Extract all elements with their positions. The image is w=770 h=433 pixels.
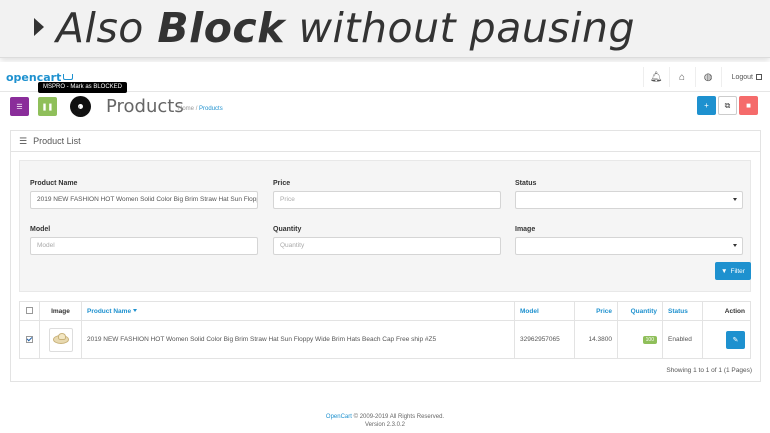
row-action-cell: ✎ [702, 320, 751, 359]
delete-button[interactable]: ■ [739, 96, 758, 115]
price-input[interactable]: Price [273, 191, 501, 209]
breadcrumb-separator: / [195, 106, 198, 112]
col-image: Image [39, 301, 82, 321]
row-price: 14.3800 [574, 320, 618, 359]
mspro-pause-button[interactable]: ❚❚ [38, 97, 57, 116]
mspro-list-button[interactable]: ☰ [10, 97, 29, 116]
col-action: Action [702, 301, 751, 321]
page-title: Products [106, 96, 184, 117]
status-select[interactable] [515, 191, 743, 209]
model-label: Model [30, 226, 51, 233]
filter-box: Product Name 2019 NEW FASHION HOT Women … [19, 160, 751, 292]
sign-out-icon [756, 74, 762, 80]
product-name-label: Product Name [30, 180, 78, 187]
chevron-down-icon [733, 198, 737, 201]
row-select-cell [19, 320, 40, 359]
breadcrumb: Home / Products [178, 106, 223, 112]
quantity-badge: 100 [642, 335, 657, 344]
tooltip: MSPRO - Mark as BLOCKED [38, 82, 128, 93]
row-quantity: 100 [617, 320, 663, 359]
chevron-down-icon [733, 244, 737, 247]
status-label: Status [515, 180, 537, 187]
col-price[interactable]: Price [574, 301, 618, 321]
pencil-icon: ✎ [732, 336, 739, 344]
add-new-button[interactable]: + [697, 96, 716, 115]
plus-icon: + [704, 101, 709, 110]
sort-desc-icon [133, 308, 138, 312]
globe-icon[interactable]: ◍ [694, 67, 721, 87]
list-icon: ☰ [16, 103, 23, 111]
pagination-info: Showing 1 to 1 of 1 (1 Pages) [666, 367, 752, 374]
select-all-cell [19, 301, 40, 321]
product-thumbnail [48, 327, 73, 352]
hat-image [52, 333, 69, 344]
copy-button[interactable]: ⧉ [718, 96, 737, 115]
hand-cursor-icon: ☝ [74, 104, 82, 118]
col-quantity[interactable]: Quantity [617, 301, 663, 321]
col-product-name[interactable]: Product Name [81, 301, 515, 321]
image-label: Image [515, 226, 536, 233]
row-model: 32962957065 [514, 320, 575, 359]
footer: OpenCart © 2009-2019 All Rights Reserved… [0, 413, 770, 429]
copy-icon: ⧉ [724, 100, 731, 110]
logout-link[interactable]: Logout [720, 67, 766, 87]
quantity-label: Quantity [273, 226, 302, 233]
row-checkbox[interactable] [26, 335, 33, 343]
banner-caption: Also Block without pausing [56, 4, 636, 52]
table-header-row: Image Product Name Model Price Quantity … [19, 301, 751, 321]
table-row: 2019 NEW FASHION HOT Women Solid Color B… [19, 320, 751, 359]
footer-copyright: OpenCart © 2009-2019 All Rights Reserved… [325, 414, 445, 420]
cart-icon [63, 74, 74, 80]
row-image-cell [39, 320, 82, 359]
footer-version: Version 2.3.0.2 [364, 422, 406, 428]
list-icon: ☰ [19, 135, 28, 146]
caret-right-icon [34, 18, 44, 36]
home-icon[interactable]: ⌂ [668, 67, 695, 87]
edit-button[interactable]: ✎ [726, 330, 745, 349]
col-status[interactable]: Status [662, 301, 703, 321]
panel-title: Product List [33, 136, 81, 146]
price-label: Price [273, 180, 291, 187]
row-status: Enabled [662, 320, 703, 359]
breadcrumb-home[interactable]: Home [178, 106, 194, 112]
header-icons: 🔔︎ ⌂ ◍ Logout [642, 67, 766, 87]
tutorial-banner: Also Block without pausing [0, 0, 770, 58]
pause-icon: ❚❚ [41, 103, 54, 111]
filter-icon: ▼ [721, 267, 728, 275]
quantity-input[interactable]: Quantity [273, 237, 501, 255]
image-select[interactable] [515, 237, 743, 255]
model-input[interactable]: Model [30, 237, 258, 255]
breadcrumb-products[interactable]: Products [199, 106, 223, 112]
row-product-name: 2019 NEW FASHION HOT Women Solid Color B… [81, 320, 515, 359]
filter-button[interactable]: ▼ Filter [715, 262, 751, 280]
col-model[interactable]: Model [514, 301, 575, 321]
product-list-panel: ☰ Product List Product Name 2019 NEW FAS… [10, 130, 761, 382]
product-table: Image Product Name Model Price Quantity … [19, 301, 751, 359]
panel-heading: ☰ Product List [11, 131, 760, 152]
product-name-input[interactable]: 2019 NEW FASHION HOT Women Solid Color B… [30, 191, 258, 209]
bell-icon[interactable]: 🔔︎ [642, 67, 669, 87]
opencart-link[interactable]: OpenCart [326, 414, 352, 420]
select-all-checkbox[interactable] [26, 307, 33, 315]
trash-icon: ■ [746, 101, 751, 110]
